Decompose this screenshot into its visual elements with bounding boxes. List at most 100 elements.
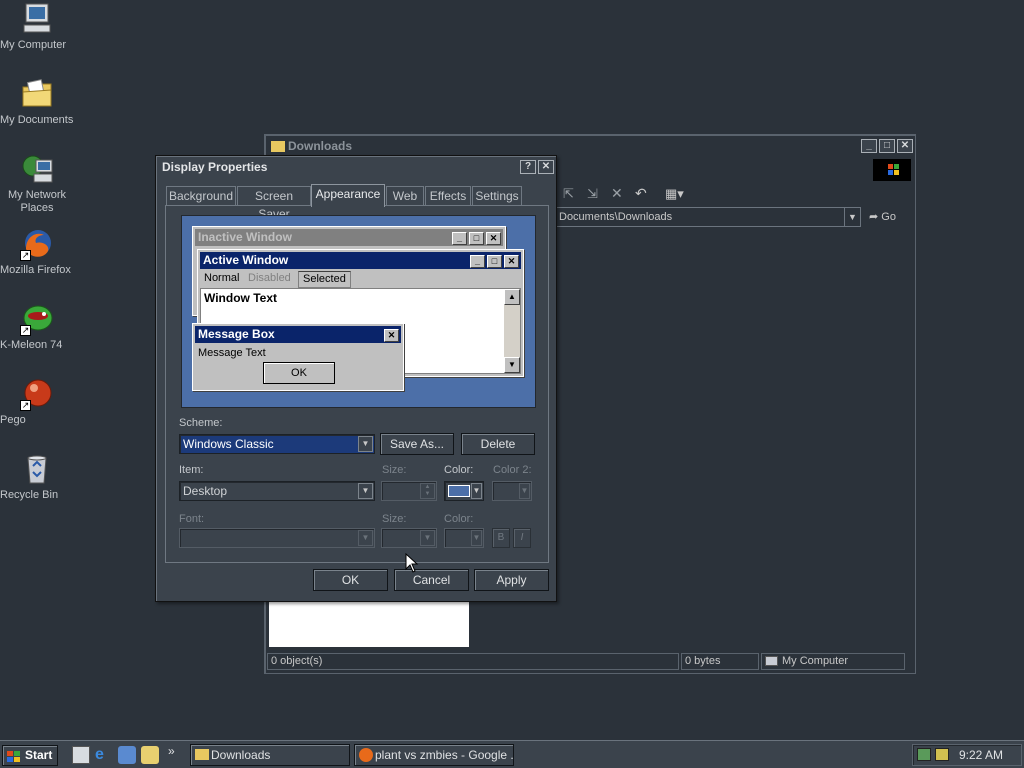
tab-settings[interactable]: Settings: [472, 186, 522, 206]
minimize-button[interactable]: _: [861, 139, 877, 153]
mouse-cursor-icon: [405, 552, 419, 576]
apply-button[interactable]: Apply: [474, 569, 549, 591]
desktop-icon-mozilla-firefox[interactable]: ↗ Mozilla Firefox: [0, 227, 74, 276]
tab-screen-saver[interactable]: Screen Saver: [237, 186, 311, 221]
search-icon[interactable]: [141, 746, 159, 764]
outlook-express-icon[interactable]: [118, 746, 136, 764]
desktop-icon-label: Recycle Bin: [0, 489, 59, 501]
taskbar: Start e » Downloads plant vs zmbies - Go…: [0, 740, 1024, 768]
desktop-icon-label: K-Meleon 74: [0, 339, 63, 351]
msgbox-text: Message Text: [198, 347, 266, 359]
system-tray: 9:22 AM: [912, 744, 1022, 766]
show-desktop-icon[interactable]: [72, 746, 90, 764]
folder-documents-icon: [20, 77, 54, 111]
display-properties-dialog[interactable]: Display Properties ? ✕ Background Screen…: [155, 155, 557, 602]
item-color-picker[interactable]: ▼: [444, 481, 484, 501]
status-location-label: My Computer: [782, 655, 849, 667]
maximize-button[interactable]: □: [879, 139, 895, 153]
chevron-down-icon: ▼: [420, 530, 435, 546]
task-label: plant vs zmbies - Google ...: [375, 748, 514, 762]
dialog-titlebar[interactable]: Display Properties ? ✕: [158, 158, 554, 176]
tray-volume-icon[interactable]: [935, 748, 949, 761]
windows-logo-icon: [873, 159, 911, 181]
desktop-icon-recycle-bin[interactable]: Recycle Bin: [0, 452, 74, 501]
color-label: Color:: [444, 464, 474, 476]
folder-icon: [271, 141, 285, 153]
scroll-down-icon: ▼: [504, 357, 520, 373]
start-label: Start: [25, 748, 53, 762]
address-text: Documents\Downloads: [559, 211, 673, 223]
internet-explorer-icon[interactable]: e: [95, 746, 113, 764]
desktop-icon-k-meleon[interactable]: ↗ K-Meleon 74: [0, 302, 74, 351]
go-label: Go: [881, 211, 896, 223]
scheme-select[interactable]: Windows Classic ▼: [179, 434, 375, 454]
quick-launch-chevron[interactable]: »: [168, 744, 175, 758]
tab-background[interactable]: Background: [166, 186, 236, 206]
chevron-down-icon[interactable]: ▼: [358, 483, 373, 499]
taskbar-button-firefox[interactable]: plant vs zmbies - Google ...: [354, 744, 514, 766]
firefox-icon: ↗: [20, 227, 54, 261]
tab-web[interactable]: Web: [386, 186, 424, 206]
font-color-picker: ▼: [444, 528, 484, 548]
clock[interactable]: 9:22 AM: [959, 745, 1003, 765]
windows-logo-icon: [7, 750, 21, 762]
window-text: Window Text: [204, 291, 277, 305]
preview-scrollbar: ▲ ▼: [504, 289, 520, 373]
font-size-label: Size:: [382, 513, 407, 525]
desktop-icon-label: Pego: [0, 414, 26, 426]
size-label: Size:: [382, 464, 407, 476]
computer-icon: [765, 656, 778, 666]
status-objects: 0 object(s): [267, 653, 679, 670]
desktop-icon-pego[interactable]: ↗ Pego: [0, 377, 74, 426]
taskbar-button-downloads[interactable]: Downloads: [190, 744, 350, 766]
active-titlebar: Active Window _ □ ✕: [200, 252, 521, 269]
item-color2-picker: ▼: [492, 481, 532, 501]
tab-appearance[interactable]: Appearance: [311, 184, 385, 207]
chevron-down-icon: ▼: [519, 483, 530, 499]
desktop-icon-my-documents[interactable]: My Documents: [0, 77, 74, 126]
appearance-preview[interactable]: Inactive Window _ □ ✕ Active Window _ □ …: [181, 215, 536, 408]
close-icon: ✕: [486, 232, 501, 245]
status-size: 0 bytes: [681, 653, 759, 670]
desktop-icon-label: My Computer: [0, 39, 67, 51]
address-dropdown-icon[interactable]: ▼: [844, 208, 860, 226]
close-button[interactable]: ✕: [538, 160, 554, 174]
delete-button[interactable]: Delete: [461, 433, 535, 455]
tray-network-icon[interactable]: [917, 748, 931, 761]
item-select[interactable]: Desktop ▼: [179, 481, 375, 501]
go-button[interactable]: ➦ Go: [869, 207, 896, 227]
help-button[interactable]: ?: [520, 160, 536, 174]
spinner-icon: ▲ ▼: [420, 483, 435, 499]
chevron-down-icon: ▼: [471, 530, 482, 546]
delete-icon[interactable]: ✕: [611, 185, 623, 202]
undo-icon[interactable]: ↶: [635, 185, 647, 202]
tab-effects[interactable]: Effects: [425, 186, 471, 206]
ok-button[interactable]: OK: [313, 569, 388, 591]
desktop-icon-my-network-places[interactable]: My Network Places: [0, 152, 74, 214]
copy-to-icon[interactable]: ⇲: [587, 186, 598, 202]
desktop-icon-label: My Documents: [0, 114, 74, 126]
msgbox-titlebar: Message Box ✕: [195, 326, 401, 343]
bold-button: B: [492, 528, 510, 548]
views-icon[interactable]: ▦▾: [665, 186, 684, 202]
save-as-button[interactable]: Save As...: [380, 433, 454, 455]
computer-icon: [20, 2, 54, 36]
msgbox-title: Message Box: [198, 327, 275, 341]
start-button[interactable]: Start: [2, 745, 58, 766]
maximize-icon: □: [487, 255, 502, 268]
minimize-icon: _: [452, 232, 467, 245]
font-size-select: ▼: [381, 528, 437, 548]
minimize-icon: _: [470, 255, 485, 268]
address-bar[interactable]: Documents\Downloads ▼: [555, 207, 861, 227]
desktop-icon-my-computer[interactable]: My Computer: [0, 2, 74, 51]
recycle-bin-icon: [20, 452, 54, 486]
chevron-down-icon[interactable]: ▼: [358, 436, 373, 452]
close-button[interactable]: ✕: [897, 139, 913, 153]
scheme-label: Scheme:: [179, 417, 223, 429]
close-icon: ✕: [384, 329, 399, 342]
desktop-icon-label: My Network Places: [7, 189, 67, 214]
move-to-icon[interactable]: ⇱: [563, 186, 574, 202]
explorer-titlebar[interactable]: Downloads _ □ ✕: [267, 137, 913, 155]
item-value: Desktop: [183, 484, 228, 498]
chevron-down-icon[interactable]: ▼: [471, 483, 482, 499]
